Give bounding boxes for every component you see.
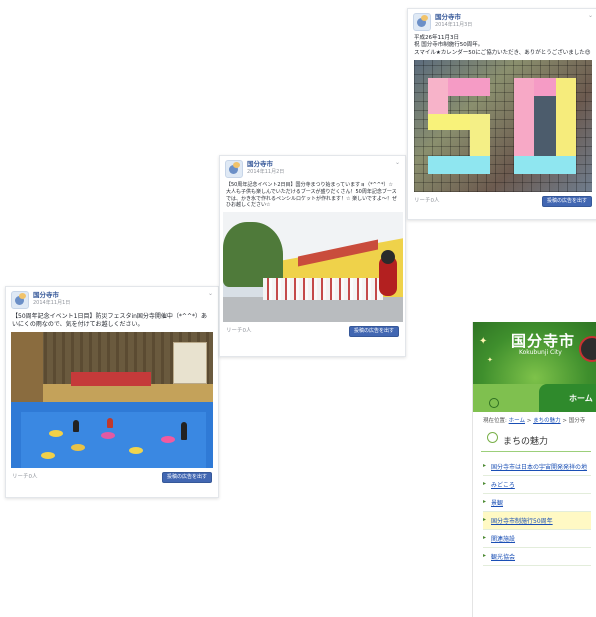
post-text: 平成26年11月3日 祝 国分寺市制施行50周年。 スマイル★カレンダー50にご… — [414, 35, 591, 56]
breadcrumb: 現在位置: ホーム > まちの魅力 > 国分寺 — [473, 412, 596, 424]
reach-count: リーチ0人 — [12, 473, 38, 480]
post-date[interactable]: 2014年11月3日 — [435, 22, 472, 29]
menu-item-scenery[interactable]: 景観 — [483, 494, 591, 512]
mascot-icon — [579, 336, 596, 362]
section-menu: 国分寺市は日本の宇宙開発発祥の地 みどころ 景観 国分寺市制施行50周年 関連施… — [483, 458, 591, 566]
post-footer: リーチ0人 投稿の広告を出す — [6, 468, 218, 487]
site-subtitle: Kokubunji City — [519, 349, 562, 356]
boost-post-button[interactable]: 投稿の広告を出す — [541, 196, 592, 208]
leaf-icon — [489, 398, 499, 408]
post-text: 【50周年記念イベント2日目】国分寺まつり始まっていますョ（*^^*）☆ 大人も… — [226, 182, 397, 209]
home-tab[interactable]: ホーム — [569, 393, 593, 404]
facebook-post-day1: 国分寺市 2014年11月1日 ⌄ 【50周年記念イベント1日目】防災フェスタi… — [5, 286, 219, 498]
chevron-down-icon[interactable]: ⌄ — [208, 290, 213, 298]
post-footer: リーチ0人 投稿の広告を出す — [408, 192, 596, 211]
post-date[interactable]: 2014年11月2日 — [247, 169, 284, 176]
facebook-post-day3: 国分寺市 2014年11月3日 ⌄ 平成26年11月3日 祝 国分寺市制施行50… — [407, 8, 596, 220]
page-name-link[interactable]: 国分寺市 — [435, 13, 472, 22]
section-title: まちの魅力 — [481, 424, 591, 452]
post-photo-mosaic[interactable] — [414, 60, 592, 193]
boost-post-button[interactable]: 投稿の広告を出す — [348, 326, 399, 337]
post-text: 【50周年記念イベント1日目】防災フェスタin国分寺開催中（*^^*）あいにくの… — [12, 313, 207, 329]
page-avatar[interactable] — [11, 291, 29, 309]
page-avatar[interactable] — [225, 160, 243, 178]
chevron-down-icon[interactable]: ⌄ — [588, 12, 593, 20]
page-name-link[interactable]: 国分寺市 — [33, 291, 70, 300]
post-footer: リーチ0人 投稿の広告を出す — [220, 322, 405, 341]
post-date[interactable]: 2014年11月1日 — [33, 300, 70, 307]
post-photo[interactable] — [11, 332, 213, 469]
post-header: 国分寺市 2014年11月2日 ⌄ — [220, 156, 405, 180]
post-photo[interactable] — [222, 212, 403, 322]
page-avatar[interactable] — [413, 13, 431, 31]
page-name-link[interactable]: 国分寺市 — [247, 160, 284, 169]
menu-item-50th-anniversary[interactable]: 国分寺市制施行50周年 — [483, 512, 591, 530]
menu-item-tourism-association[interactable]: 観光協会 — [483, 548, 591, 566]
post-header: 国分寺市 2014年11月1日 ⌄ — [6, 287, 218, 311]
sparkle-icon: ✦ — [487, 356, 493, 364]
chevron-down-icon[interactable]: ⌄ — [395, 159, 400, 167]
facebook-post-day2: 国分寺市 2014年11月2日 ⌄ 【50周年記念イベント2日目】国分寺まつり始… — [219, 155, 406, 357]
menu-item-facilities[interactable]: 関連施設 — [483, 530, 591, 548]
sparkle-icon: ✦ — [479, 336, 488, 347]
menu-item-highlights[interactable]: みどころ — [483, 476, 591, 494]
post-header: 国分寺市 2014年11月3日 ⌄ — [408, 9, 596, 33]
nav-band: ホーム — [473, 384, 596, 412]
site-header: ✦ ✦ 国分寺市 Kokubunji City — [473, 322, 596, 384]
site-title[interactable]: 国分寺市 — [511, 330, 575, 351]
city-website-panel: ✦ ✦ 国分寺市 Kokubunji City ホーム 現在位置: ホーム > … — [472, 322, 596, 617]
reach-count: リーチ0人 — [414, 197, 440, 204]
menu-item-space-dev[interactable]: 国分寺市は日本の宇宙開発発祥の地 — [483, 458, 591, 476]
reach-count: リーチ0人 — [226, 327, 252, 334]
boost-post-button[interactable]: 投稿の広告を出す — [161, 472, 212, 483]
